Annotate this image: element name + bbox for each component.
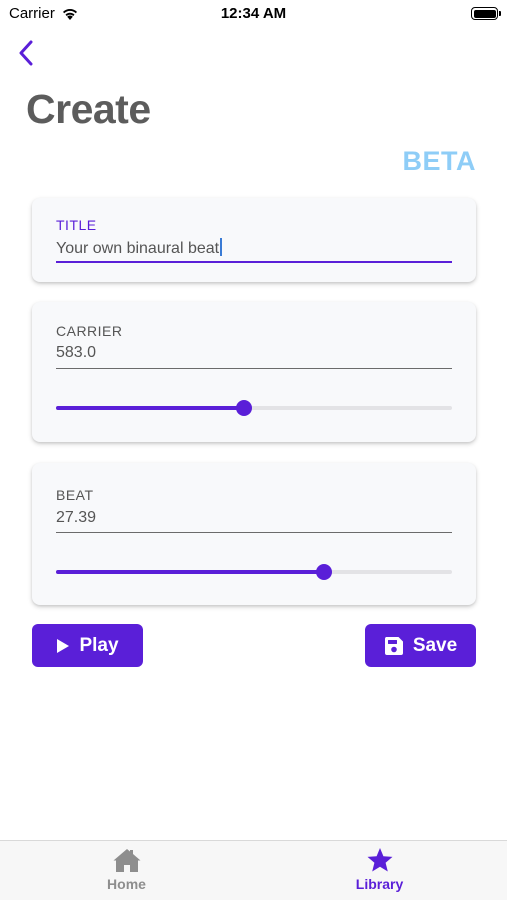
beat-slider-thumb[interactable] <box>316 564 333 580</box>
tab-bar: Home Library <box>0 840 507 900</box>
beta-badge: BETA <box>402 146 476 176</box>
save-button[interactable]: Save <box>365 624 476 667</box>
back-button[interactable] <box>12 37 40 69</box>
page-title: Create <box>26 86 151 132</box>
carrier-input-underline <box>56 368 452 369</box>
title-input-value: Your own binaural beat <box>56 240 220 257</box>
beat-field-label: BEAT <box>56 487 94 503</box>
title-input-underline <box>56 261 452 263</box>
play-button-label: Play <box>79 634 119 656</box>
carrier-card: CARRIER 583.0 <box>32 302 476 442</box>
beat-input-underline <box>56 532 452 533</box>
carrier-slider-thumb[interactable] <box>236 400 253 416</box>
tab-library-label: Library <box>355 876 404 892</box>
play-button[interactable]: Play <box>32 624 143 667</box>
battery-icon <box>471 7 501 20</box>
carrier-field-label: CARRIER <box>56 323 123 339</box>
text-caret <box>220 238 223 256</box>
chevron-left-icon <box>19 40 33 66</box>
status-bar: Carrier 12:34 AM <box>0 0 507 28</box>
status-time: 12:34 AM <box>220 5 287 22</box>
save-button-label: Save <box>412 634 458 656</box>
play-icon <box>57 638 70 653</box>
title-card: TITLE Your own binaural beat <box>32 198 476 282</box>
star-icon <box>367 848 392 872</box>
beat-card: BEAT 27.39 <box>32 463 476 605</box>
beat-slider[interactable] <box>56 562 452 582</box>
floppy-disk-icon <box>384 636 403 655</box>
home-icon <box>113 849 140 872</box>
title-input[interactable]: Your own binaural beat <box>56 238 223 258</box>
title-field-label: TITLE <box>56 217 97 233</box>
carrier-input[interactable]: 583.0 <box>56 344 96 362</box>
carrier-slider[interactable] <box>56 398 452 418</box>
tab-home[interactable]: Home <box>0 841 253 900</box>
beat-slider-fill <box>56 570 325 574</box>
beat-input[interactable]: 27.39 <box>56 509 96 527</box>
tab-home-label: Home <box>107 876 146 892</box>
carrier-slider-fill <box>56 406 245 410</box>
tab-library[interactable]: Library <box>253 841 506 900</box>
